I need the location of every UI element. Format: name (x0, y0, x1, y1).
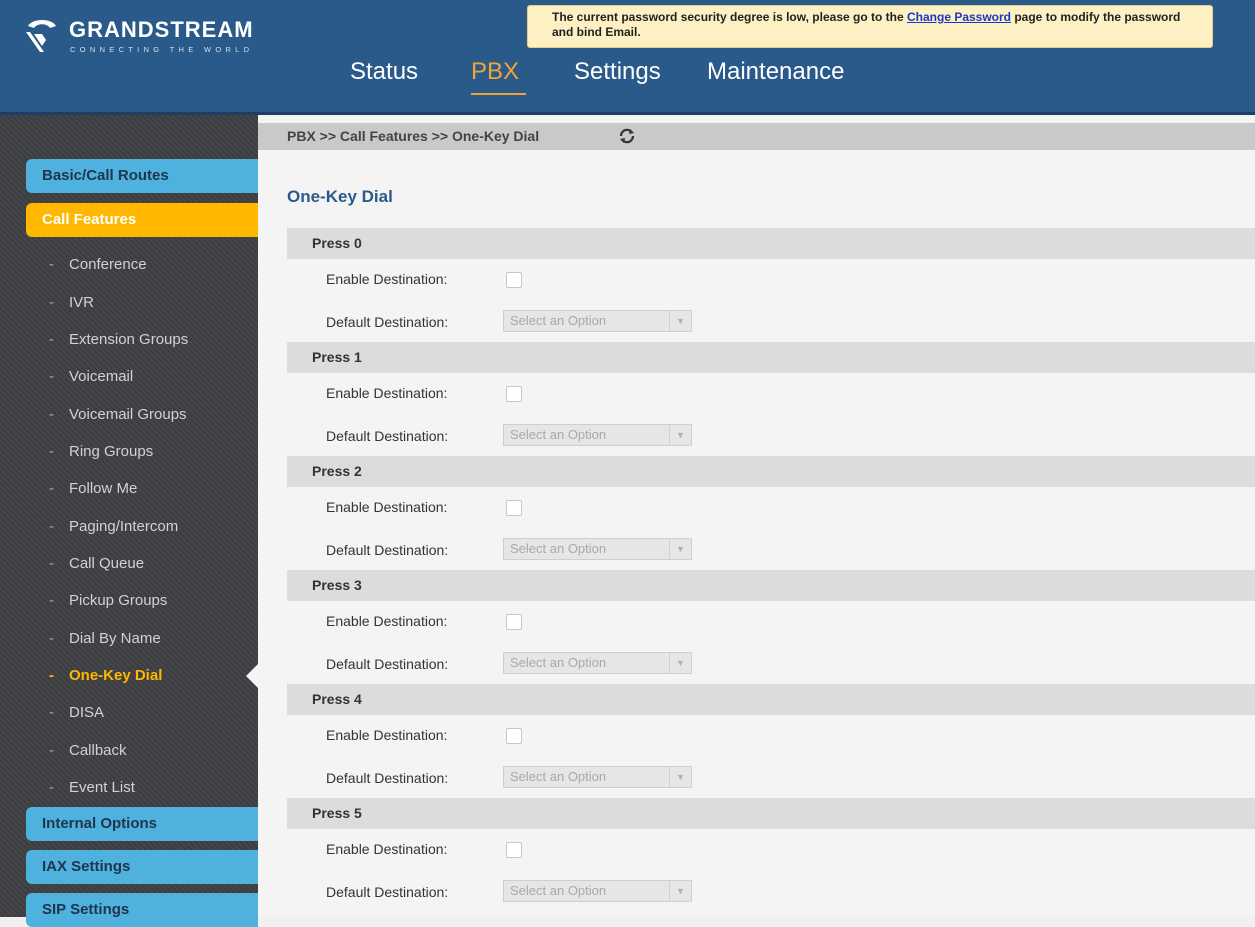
default-destination-label: Default Destination: (326, 884, 449, 900)
change-password-link[interactable]: Change Password (907, 10, 1011, 24)
default-destination-select[interactable]: Select an Option ▼ (503, 766, 692, 788)
sidebar-category-internal-options[interactable]: Internal Options (26, 807, 258, 841)
default-destination-label: Default Destination: (326, 656, 449, 672)
sidebar-item-pickup-groups[interactable]: - Pickup Groups (49, 592, 167, 609)
select-value: Select an Option (510, 313, 607, 328)
enable-destination-label: Enable Destination: (326, 385, 448, 401)
sidebar-item-callback[interactable]: - Callback (49, 742, 127, 759)
sidebar-category-call-features[interactable]: Call Features (26, 203, 258, 237)
select-value: Select an Option (510, 655, 607, 670)
chevron-down-icon: ▼ (669, 767, 691, 787)
sidebar-item-disa[interactable]: - DISA (49, 704, 104, 721)
enable-destination-label: Enable Destination: (326, 727, 448, 743)
enable-destination-checkbox[interactable] (506, 614, 522, 630)
chevron-down-icon: ▼ (669, 539, 691, 559)
section-header: Press 5 (287, 798, 1255, 829)
breadcrumb: PBX >> Call Features >> One-Key Dial (287, 128, 540, 144)
nav-status[interactable]: Status (350, 58, 418, 86)
default-destination-select[interactable]: Select an Option ▼ (503, 538, 692, 560)
enable-destination-label: Enable Destination: (326, 613, 448, 629)
press-4-section: Press 4 Enable Destination: Default Dest… (287, 684, 1255, 798)
sidebar-item-dial-by-name[interactable]: - Dial By Name (49, 630, 161, 647)
enable-destination-label: Enable Destination: (326, 271, 448, 287)
chevron-down-icon: ▼ (669, 425, 691, 445)
sidebar-category-basic-call-routes[interactable]: Basic/Call Routes (26, 159, 258, 193)
press-2-section: Press 2 Enable Destination: Default Dest… (287, 456, 1255, 570)
enable-destination-checkbox[interactable] (506, 500, 522, 516)
enable-destination-checkbox[interactable] (506, 842, 522, 858)
sidebar-item-voicemail-groups[interactable]: - Voicemail Groups (49, 406, 187, 423)
sidebar-item-voicemail[interactable]: - Voicemail (49, 368, 133, 385)
breadcrumb-bar: PBX >> Call Features >> One-Key Dial (258, 123, 1255, 150)
default-destination-select[interactable]: Select an Option ▼ (503, 424, 692, 446)
sidebar-item-call-queue[interactable]: - Call Queue (49, 555, 144, 572)
sidebar-item-paging-intercom[interactable]: - Paging/Intercom (49, 518, 178, 535)
notice-text-before: The current password security degree is … (552, 10, 907, 24)
press-3-section: Press 3 Enable Destination: Default Dest… (287, 570, 1255, 684)
section-header: Press 4 (287, 684, 1255, 715)
press-5-section: Press 5 Enable Destination: Default Dest… (287, 798, 1255, 912)
active-item-pointer (246, 664, 258, 688)
default-destination-select[interactable]: Select an Option ▼ (503, 880, 692, 902)
default-destination-label: Default Destination: (326, 428, 449, 444)
main-content: PBX >> Call Features >> One-Key Dial One… (258, 115, 1255, 917)
sidebar-item-event-list[interactable]: - Event List (49, 779, 135, 796)
default-destination-label: Default Destination: (326, 314, 449, 330)
sidebar-item-ivr[interactable]: - IVR (49, 294, 94, 311)
chevron-down-icon: ▼ (669, 881, 691, 901)
page-title: One-Key Dial (287, 187, 393, 206)
section-header: Press 1 (287, 342, 1255, 373)
section-header: Press 3 (287, 570, 1255, 601)
select-value: Select an Option (510, 541, 607, 556)
sidebar-item-one-key-dial[interactable]: - One-Key Dial (49, 667, 162, 684)
password-security-notice: The current password security degree is … (527, 5, 1213, 48)
sidebar-item-ring-groups[interactable]: - Ring Groups (49, 443, 153, 460)
sidebar-item-conference[interactable]: - Conference (49, 256, 147, 273)
sidebar-item-follow-me[interactable]: - Follow Me (49, 480, 137, 497)
chevron-down-icon: ▼ (669, 653, 691, 673)
grandstream-logo-icon (26, 20, 56, 52)
logo-tagline: CONNECTING THE WORLD (70, 45, 254, 54)
header: GRANDSTREAM CONNECTING THE WORLD The cur… (0, 0, 1255, 115)
select-value: Select an Option (510, 769, 607, 784)
select-value: Select an Option (510, 883, 607, 898)
nav-maintenance[interactable]: Maintenance (707, 58, 844, 86)
active-nav-underline (471, 93, 526, 95)
select-value: Select an Option (510, 427, 607, 442)
default-destination-select[interactable]: Select an Option ▼ (503, 652, 692, 674)
enable-destination-checkbox[interactable] (506, 386, 522, 402)
enable-destination-checkbox[interactable] (506, 272, 522, 288)
nav-settings[interactable]: Settings (574, 58, 661, 86)
section-header: Press 0 (287, 228, 1255, 259)
enable-destination-label: Enable Destination: (326, 499, 448, 515)
sidebar-category-iax-settings[interactable]: IAX Settings (26, 850, 258, 884)
enable-destination-label: Enable Destination: (326, 841, 448, 857)
default-destination-label: Default Destination: (326, 770, 449, 786)
default-destination-select[interactable]: Select an Option ▼ (503, 310, 692, 332)
nav-pbx[interactable]: PBX (471, 58, 519, 86)
enable-destination-checkbox[interactable] (506, 728, 522, 744)
logo-name: GRANDSTREAM (69, 17, 254, 42)
refresh-icon[interactable] (617, 126, 637, 151)
section-header: Press 2 (287, 456, 1255, 487)
chevron-down-icon: ▼ (669, 311, 691, 331)
press-1-section: Press 1 Enable Destination: Default Dest… (287, 342, 1255, 456)
default-destination-label: Default Destination: (326, 542, 449, 558)
sidebar-category-sip-settings[interactable]: SIP Settings (26, 893, 258, 927)
sidebar: Basic/Call Routes Call Features - Confere… (0, 115, 258, 927)
sidebar-item-extension-groups[interactable]: - Extension Groups (49, 331, 188, 348)
press-0-section: Press 0 Enable Destination: Default Dest… (287, 228, 1255, 342)
